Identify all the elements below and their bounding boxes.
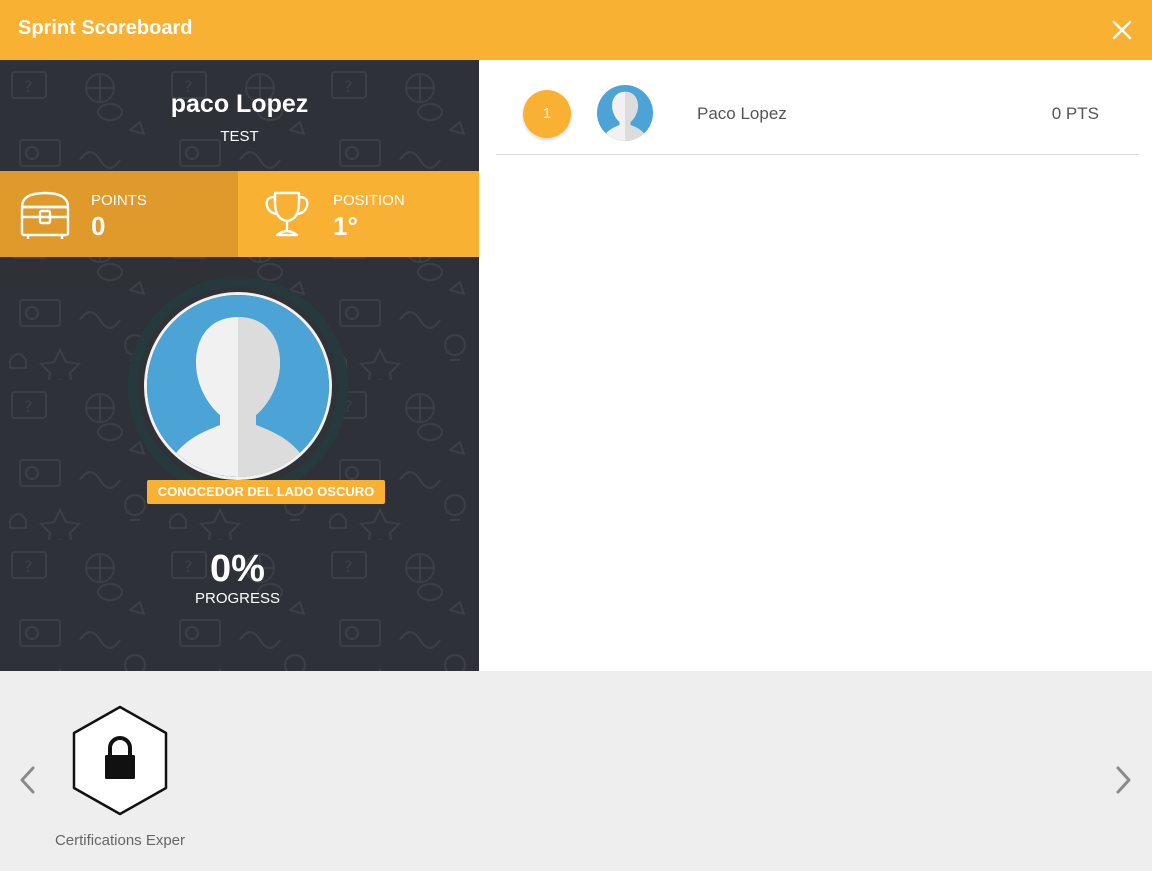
- close-icon: [1112, 20, 1132, 40]
- trophy-icon: [265, 191, 309, 237]
- user-name: paco Lopez: [170, 90, 309, 118]
- badge-item[interactable]: Certifications Exper: [44, 704, 196, 854]
- treasure-chest-icon: [20, 191, 70, 239]
- chevron-left-icon: [20, 766, 35, 794]
- close-button[interactable]: [1108, 16, 1136, 44]
- profile-panel: ? paco Lopez TEST: [0, 60, 479, 671]
- carousel-prev-button[interactable]: [17, 765, 37, 795]
- header-bar: Sprint Scoreboard: [0, 0, 1152, 60]
- points-stat: POINTS 0: [0, 171, 238, 257]
- page-title: Sprint Scoreboard: [18, 17, 193, 39]
- user-silhouette-icon: [597, 85, 653, 141]
- avatar[interactable]: [144, 292, 332, 480]
- badges-carousel: Certifications Exper: [0, 671, 1152, 871]
- position-label: POSITION: [333, 192, 405, 209]
- badge-label: Certifications Exper: [54, 832, 186, 849]
- position-value: 1°: [333, 211, 358, 241]
- leaderboard-name: Paco Lopez: [697, 104, 787, 123]
- progress-label: PROGRESS: [194, 590, 281, 607]
- user-team: TEST: [220, 128, 259, 145]
- points-label: POINTS: [91, 192, 147, 209]
- leaderboard-points: 0 PTS: [1051, 104, 1099, 123]
- level-badge: CONOCEDOR DEL LADO OSCURO: [147, 480, 385, 504]
- leaderboard-avatar: [597, 85, 653, 141]
- leaderboard: 1 Paco Lopez 0 PTS: [479, 60, 1152, 671]
- leaderboard-row[interactable]: 1 Paco Lopez 0 PTS: [496, 60, 1139, 155]
- progress-value: 0%: [210, 548, 265, 590]
- carousel-next-button[interactable]: [1114, 765, 1134, 795]
- position-stat: POSITION 1°: [238, 171, 479, 257]
- chevron-right-icon: [1116, 766, 1131, 794]
- rank-badge: 1: [523, 90, 571, 138]
- points-value: 0: [91, 211, 106, 241]
- user-silhouette-icon: [147, 295, 329, 477]
- stats-row: POINTS 0 POSITION 1°: [0, 171, 479, 257]
- hexagon-badge-frame: [72, 705, 168, 816]
